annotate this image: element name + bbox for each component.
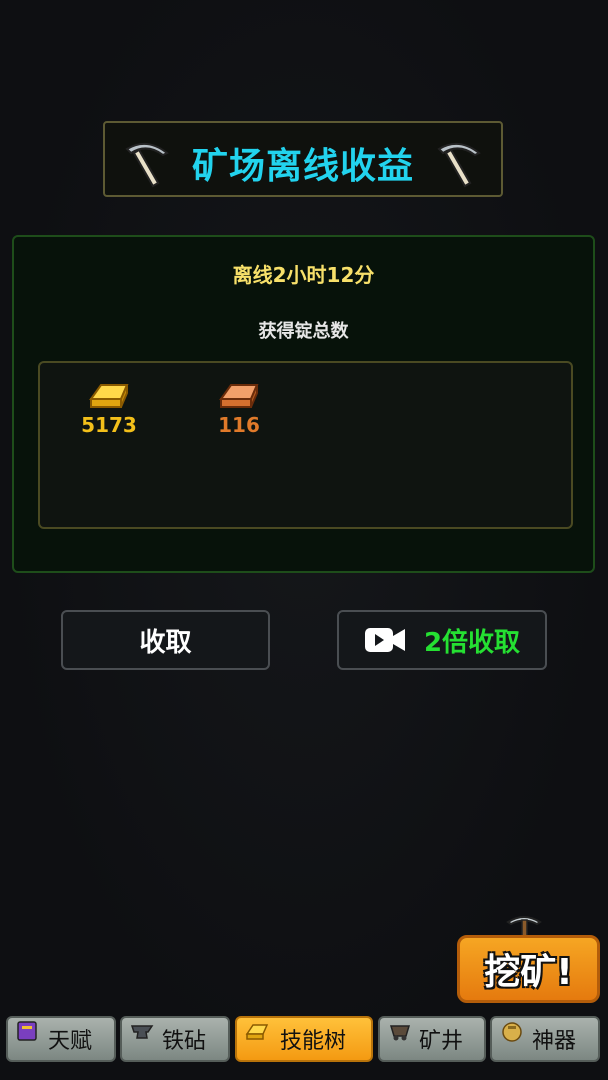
gold-ingot-icon: [89, 384, 129, 408]
title-banner: 矿场离线收益: [103, 121, 503, 197]
double-collect-button[interactable]: 2倍收取: [337, 610, 547, 670]
bottom-nav: 天赋 铁砧 技能树 矿井 神器: [0, 1012, 608, 1080]
nav-tab-label: 技能树: [279, 1029, 346, 1054]
nav-tab-artifact[interactable]: 神器: [490, 1016, 600, 1062]
ingot-icon: [245, 1024, 269, 1040]
nav-tab-anvil[interactable]: 铁砧: [120, 1016, 230, 1062]
nav-tab-label: 神器: [531, 1029, 576, 1054]
collect-button-label: 收取: [139, 627, 192, 658]
nav-tab-talent[interactable]: 天赋: [6, 1016, 116, 1062]
nav-tab-label: 铁砧: [161, 1029, 206, 1054]
pickaxe-icon: [437, 142, 481, 188]
total-ingots-label: 获得锭总数: [258, 321, 349, 342]
offline-duration: 离线2小时12分: [232, 263, 375, 287]
anvil-icon: [130, 1025, 154, 1039]
reward-amount: 5173: [81, 413, 137, 437]
reward-amount: 116: [218, 413, 260, 437]
double-collect-button-label: 2倍收取: [423, 627, 521, 658]
dig-button-label: 挖矿!: [484, 952, 573, 993]
nav-tab-skill-tree[interactable]: 技能树: [235, 1016, 373, 1062]
video-icon: [364, 628, 405, 652]
nav-tab-label: 天赋: [47, 1029, 92, 1054]
dig-button[interactable]: 挖矿!: [457, 935, 600, 1003]
copper-ingot-icon: [219, 384, 259, 408]
reward-item-gold: 5173: [69, 377, 149, 437]
reward-item-copper: 116: [199, 377, 279, 437]
nav-tab-label: 矿井: [418, 1029, 463, 1054]
rewards-box: 5173 116: [38, 361, 573, 529]
mine-cart-icon: [389, 1025, 411, 1041]
nav-tab-mine[interactable]: 矿井: [378, 1016, 486, 1062]
book-icon: [17, 1021, 37, 1041]
offline-earnings-panel: 离线2小时12分 获得锭总数 5173 116: [12, 235, 595, 573]
artifact-icon: [502, 1022, 522, 1042]
collect-button[interactable]: 收取: [61, 610, 270, 670]
